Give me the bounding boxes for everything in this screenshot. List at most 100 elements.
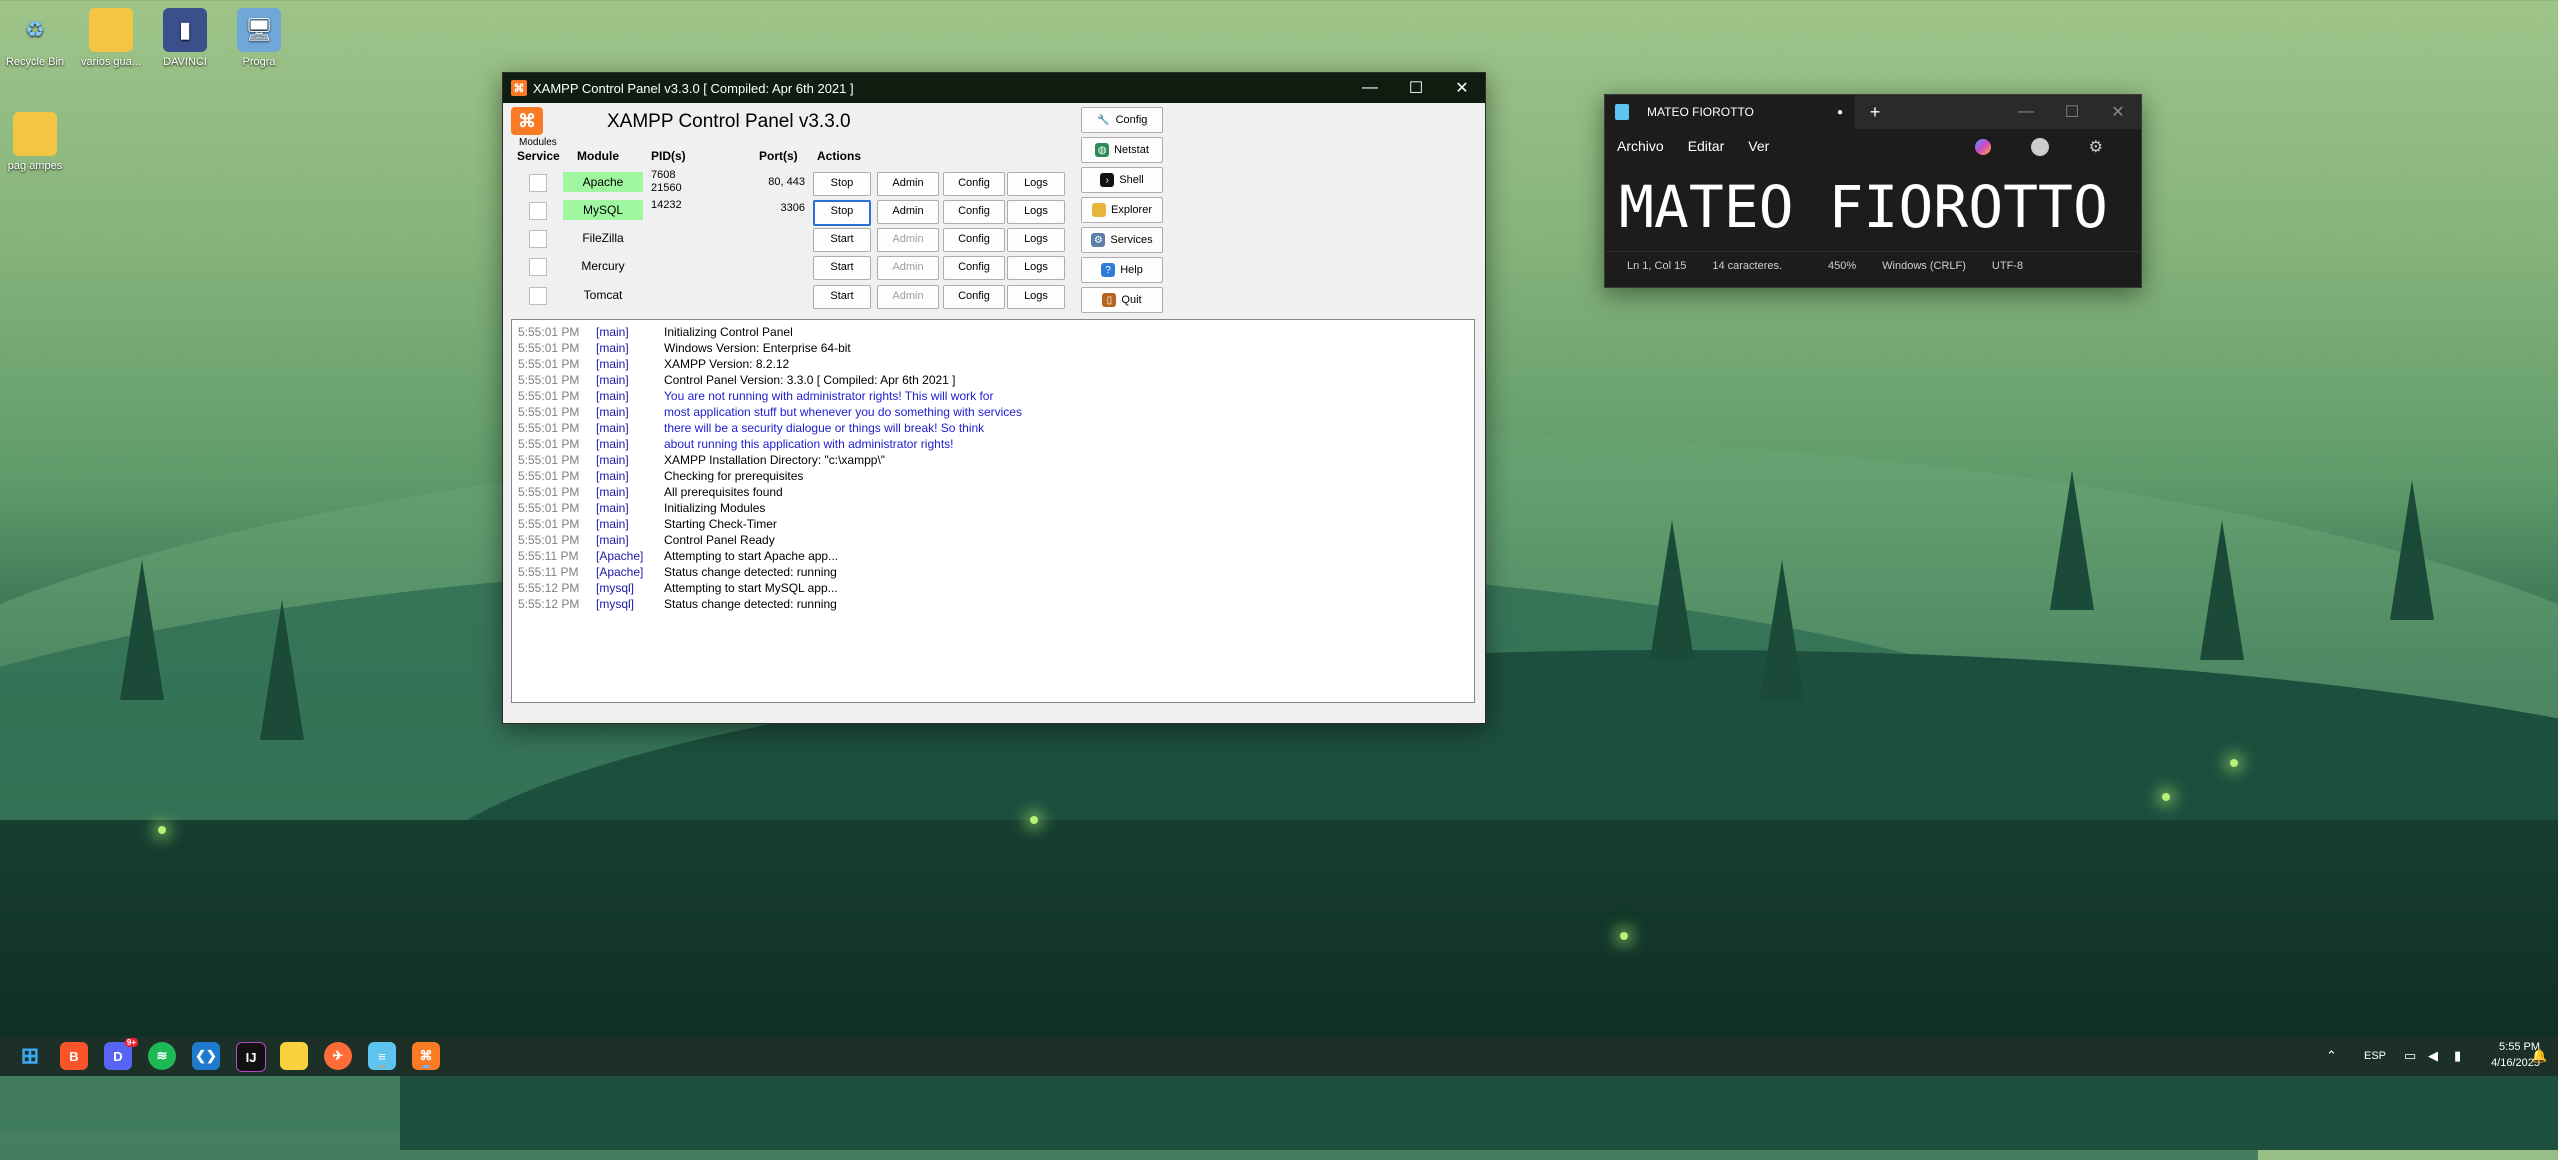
settings-gear-icon[interactable]: ⚙ xyxy=(2089,137,2103,157)
apache-logs-button[interactable]: Logs xyxy=(1007,172,1065,196)
quit-button[interactable]: ▯ Quit xyxy=(1081,287,1163,313)
discord-icon[interactable]: D 9+ xyxy=(104,1038,138,1070)
config-button[interactable]: 🔧 Config xyxy=(1081,107,1163,133)
module-pids: 14232 xyxy=(651,199,682,211)
minimize-button[interactable]: — xyxy=(2003,97,2049,127)
network-icon[interactable]: ▭ xyxy=(2404,1048,2416,1064)
notepad-titlebar[interactable]: MATEO FIOROTTO ● + — ☐ ✕ xyxy=(1605,95,2141,129)
folder-icon xyxy=(13,112,57,156)
copilot-icon[interactable] xyxy=(1974,139,1991,155)
tray-chevron-icon[interactable]: ⌃ xyxy=(2326,1048,2337,1064)
spotify-icon[interactable]: ≋ xyxy=(148,1042,176,1070)
windows-start-icon[interactable]: ⊞ xyxy=(16,1042,44,1070)
mysql-logs-button[interactable]: Logs xyxy=(1007,200,1065,224)
log-time: 5:55:01 PM xyxy=(518,501,580,515)
xampp-icon[interactable]: ⌘ xyxy=(412,1042,440,1070)
mercury-start-button[interactable]: Start xyxy=(813,256,871,280)
log-message: Status change detected: running xyxy=(664,565,837,579)
desktop-icon-folder[interactable]: varios gua... xyxy=(74,8,148,68)
log-time: 5:55:01 PM xyxy=(518,325,580,339)
mercury-logs-button[interactable]: Logs xyxy=(1007,256,1065,280)
filezilla-logs-button[interactable]: Logs xyxy=(1007,228,1065,252)
log-time: 5:55:01 PM xyxy=(518,517,580,531)
netstat-button[interactable]: ◍ Netstat xyxy=(1081,137,1163,163)
apache-admin-button[interactable]: Admin xyxy=(877,172,939,196)
apache-stop-button[interactable]: Stop xyxy=(813,172,871,196)
mysql-admin-button[interactable]: Admin xyxy=(877,200,939,224)
mysql-stop-button[interactable]: Stop xyxy=(813,200,871,226)
module-ports: 80, 443 xyxy=(768,176,805,188)
notepad-icon xyxy=(1615,104,1629,120)
log-time: 5:55:11 PM xyxy=(518,549,579,563)
desktop-icon-recycle-bin[interactable]: ♻ Recycle Bin xyxy=(0,8,72,68)
service-checkbox[interactable] xyxy=(529,202,547,220)
new-tab-button[interactable]: + xyxy=(1855,102,1895,123)
help-button[interactable]: ? Help xyxy=(1081,257,1163,283)
close-button[interactable]: ✕ xyxy=(2095,97,2141,127)
module-row-apache: Apache 7608 21560 80, 443 Stop Admin Conf… xyxy=(503,169,1065,196)
mercury-config-button[interactable]: Config xyxy=(943,256,1005,280)
cursor-position: Ln 1, Col 15 xyxy=(1627,260,1687,272)
menu-editar[interactable]: Editar xyxy=(1688,138,1725,154)
filezilla-admin-button: Admin xyxy=(877,228,939,252)
log-line: 5:55:01 PM [main] Control Panel Version: 3… xyxy=(518,372,1468,388)
volume-icon[interactable]: ◀ xyxy=(2428,1048,2438,1064)
battery-icon[interactable]: ▮ xyxy=(2454,1048,2461,1064)
computer-icon: 🖥 xyxy=(237,8,281,52)
language-indicator[interactable]: ESP xyxy=(2364,1050,2386,1062)
service-checkbox[interactable] xyxy=(529,287,547,305)
log-message: All prerequisites found xyxy=(664,485,783,499)
maximize-button[interactable]: ☐ xyxy=(2049,97,2095,127)
service-checkbox[interactable] xyxy=(529,174,547,192)
menu-ver[interactable]: Ver xyxy=(1748,138,1769,154)
desktop-icon-progra[interactable]: 🖥 Progra xyxy=(222,8,296,68)
notepad-text-area[interactable]: MATEO FIOROTTO xyxy=(1605,163,2141,251)
account-icon[interactable] xyxy=(2030,138,2049,156)
jetbrains-icon[interactable]: IJ xyxy=(236,1042,266,1072)
desktop-icon-davinci[interactable]: ▮ DAVINCI xyxy=(148,8,222,68)
service-checkbox[interactable] xyxy=(529,230,547,248)
tomcat-logs-button[interactable]: Logs xyxy=(1007,285,1065,309)
log-message: You are not running with administrator r… xyxy=(664,389,994,403)
module-row-mysql: MySQL 14232 3306 Stop Admin Config Logs xyxy=(503,197,1065,226)
vscode-icon[interactable]: ❮❯ xyxy=(192,1042,220,1070)
brave-icon[interactable]: B xyxy=(60,1042,88,1070)
postman-icon[interactable]: ✈ xyxy=(324,1042,352,1070)
shell-button[interactable]: › Shell xyxy=(1081,167,1163,193)
close-button[interactable]: ✕ xyxy=(1439,73,1485,103)
log-module: [main] xyxy=(596,405,629,419)
log-module: [main] xyxy=(596,421,629,435)
tomcat-admin-button: Admin xyxy=(877,285,939,309)
filezilla-start-button[interactable]: Start xyxy=(813,228,871,252)
sticky-notes-icon[interactable] xyxy=(280,1042,308,1070)
log-line: 5:55:01 PM [main] You are not running with… xyxy=(518,388,1468,404)
log-time: 5:55:01 PM xyxy=(518,405,580,419)
unsaved-dot-icon[interactable]: ● xyxy=(1837,107,1843,118)
maximize-button[interactable]: ☐ xyxy=(1393,73,1439,103)
tomcat-config-button[interactable]: Config xyxy=(943,285,1005,309)
tomcat-start-button[interactable]: Start xyxy=(813,285,871,309)
filezilla-config-button[interactable]: Config xyxy=(943,228,1005,252)
modules-label: Modules xyxy=(519,137,557,148)
log-line: 5:55:01 PM [main] XAMPP Version: 8.2.12 xyxy=(518,356,1468,372)
menu-archivo[interactable]: Archivo xyxy=(1617,138,1664,154)
notepad-icon[interactable]: ≡ xyxy=(368,1042,396,1070)
notepad-tab[interactable]: MATEO FIOROTTO ● xyxy=(1605,95,1855,129)
davinci-icon: ▮ xyxy=(163,8,207,52)
services-button[interactable]: ⚙ Services xyxy=(1081,227,1163,253)
desktop-icon-pag-ampes[interactable]: pag ampes xyxy=(0,112,72,172)
apache-config-button[interactable]: Config xyxy=(943,172,1005,196)
taskbar: ⊞ B D 9+ ≋ ❮❯ IJ ✈ ≡ ⌘ ⌃ ESP ▭ ◀ ▮ 5:55 … xyxy=(0,1036,2558,1076)
log-time: 5:55:01 PM xyxy=(518,485,580,499)
minimize-button[interactable]: — xyxy=(1347,73,1393,103)
log-time: 5:55:01 PM xyxy=(518,341,580,355)
explorer-button[interactable]: Explorer xyxy=(1081,197,1163,223)
module-row-filezilla: FileZilla Start Admin Config Logs xyxy=(503,225,1065,252)
xampp-titlebar[interactable]: ⌘ XAMPP Control Panel v3.3.0 [ Compiled:… xyxy=(503,73,1485,103)
log-message: Starting Check-Timer xyxy=(664,517,777,531)
service-checkbox[interactable] xyxy=(529,258,547,276)
log-panel[interactable]: 5:55:01 PM [main] Initializing Control Pan… xyxy=(511,319,1475,703)
mysql-config-button[interactable]: Config xyxy=(943,200,1005,224)
notification-bell-icon[interactable]: 🔔 xyxy=(2531,1048,2547,1064)
log-module: [main] xyxy=(596,517,629,531)
